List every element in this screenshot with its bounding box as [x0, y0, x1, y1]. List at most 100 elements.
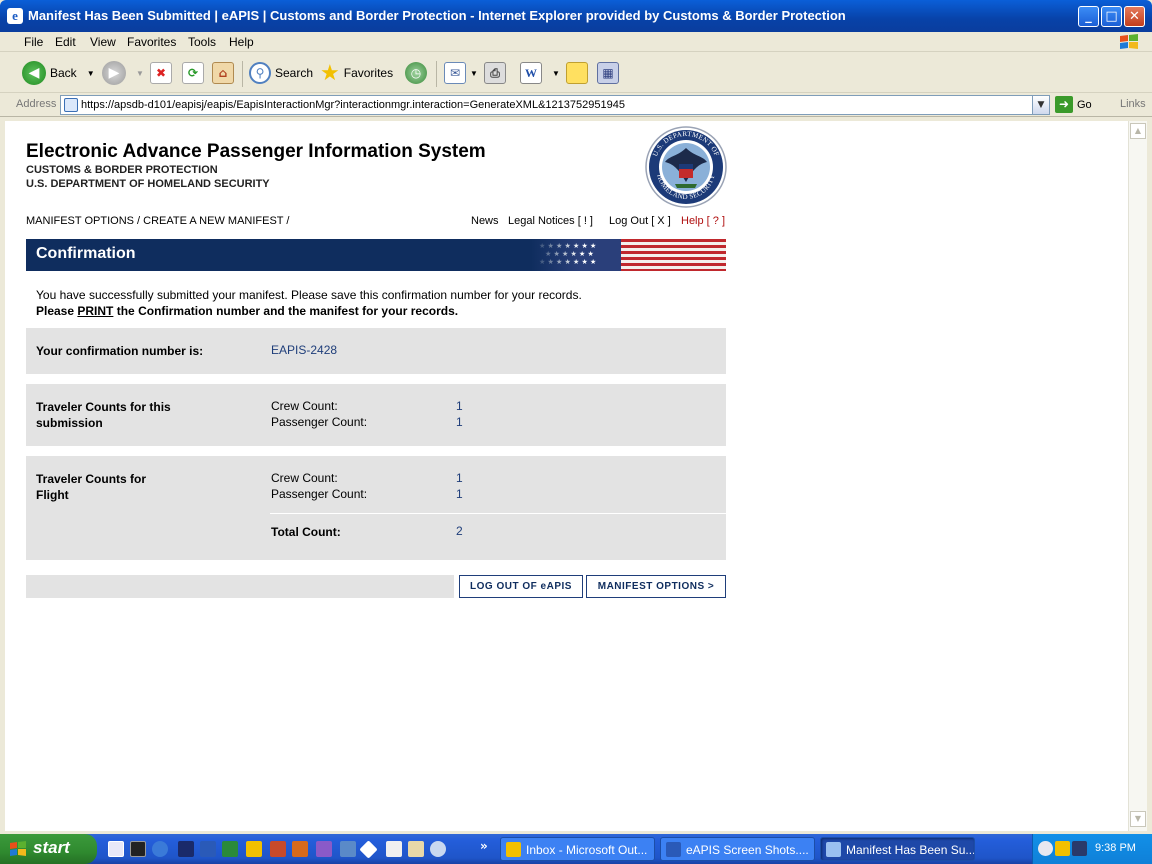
- go-button[interactable]: ➜ Go: [1055, 96, 1092, 113]
- clock: 9:38 PM: [1095, 842, 1136, 854]
- passenger-count-value: 1: [456, 415, 463, 429]
- maximize-button[interactable]: □: [1101, 6, 1122, 27]
- quicklaunch-explorer-icon[interactable]: [108, 841, 124, 857]
- home-button[interactable]: ⌂: [212, 59, 234, 87]
- search-button[interactable]: ⚲ Search: [249, 59, 313, 87]
- menu-file[interactable]: File: [24, 35, 43, 49]
- log-out-of-eapis-button[interactable]: LOG OUT OF eAPIS: [459, 575, 583, 598]
- scroll-down-icon[interactable]: ▼: [1130, 811, 1146, 827]
- tray-reminder-icon[interactable]: [1055, 841, 1070, 856]
- print-button[interactable]: ⎙: [484, 59, 506, 87]
- manifest-options-button[interactable]: MANIFEST OPTIONS >: [586, 575, 726, 598]
- confirmation-number-value: EAPIS-2428: [271, 343, 338, 357]
- quicklaunch-tool-icon[interactable]: [178, 841, 194, 857]
- flight-counts-label: Traveler Counts for Flight: [36, 472, 147, 502]
- forward-dropdown-icon[interactable]: ▼: [136, 69, 144, 78]
- taskbar: start » Inbox - Microsoft Out... eAPIS S…: [0, 834, 1152, 864]
- stop-icon: ✖: [150, 62, 172, 84]
- internet-explorer-icon: e: [7, 8, 23, 24]
- address-dropdown-icon[interactable]: ▼: [1032, 96, 1049, 114]
- quicklaunch-word-icon[interactable]: [200, 841, 216, 857]
- flight-passenger-count-value: 1: [456, 487, 463, 501]
- forward-button[interactable]: ▶ ▼: [102, 59, 144, 87]
- message-bold-text: the Confirmation number and the manifest…: [116, 304, 459, 318]
- back-arrow-icon: ◀: [22, 61, 46, 85]
- task-inbox-outlook[interactable]: Inbox - Microsoft Out...: [500, 837, 655, 861]
- breadcrumb[interactable]: MANIFEST OPTIONS / CREATE A NEW MANIFEST…: [26, 215, 289, 227]
- address-bar: Address https://apsdb-d101/eapisj/eapis/…: [0, 93, 1152, 117]
- refresh-button[interactable]: ⟳: [182, 59, 204, 87]
- quicklaunch-access-icon[interactable]: [292, 841, 308, 857]
- menu-view[interactable]: View: [90, 35, 116, 49]
- favorites-star-icon: ★: [320, 60, 340, 85]
- quicklaunch-powerpoint-icon[interactable]: [270, 841, 286, 857]
- menu-favorites[interactable]: Favorites: [127, 35, 176, 49]
- quicklaunch-excel-icon[interactable]: [222, 841, 238, 857]
- quicklaunch-publisher-icon[interactable]: [340, 841, 356, 857]
- toolbar: ◀ Back ▼ ▶ ▼ ✖ ⟳ ⌂ ⚲ Search ★ Favorites …: [0, 53, 1152, 93]
- message-text: You have successfully submitted your man…: [36, 288, 582, 302]
- edit-button[interactable]: W ▼: [520, 59, 560, 87]
- word-doc-icon: [666, 842, 681, 857]
- close-button[interactable]: ✕: [1124, 6, 1145, 27]
- task-eapis-screenshots[interactable]: eAPIS Screen Shots....: [660, 837, 815, 861]
- address-input[interactable]: https://apsdb-d101/eapisj/eapis/EapisInt…: [60, 95, 1050, 115]
- message-bold-please: Please: [36, 304, 75, 318]
- quicklaunch-app-icon[interactable]: [386, 841, 402, 857]
- ie-page-icon: [826, 842, 841, 857]
- message-print: PRINT: [77, 304, 114, 318]
- mail-dropdown-icon[interactable]: ▼: [470, 69, 478, 78]
- vertical-scrollbar[interactable]: ▲ ▼: [1128, 121, 1147, 831]
- quicklaunch-onenote-icon[interactable]: [316, 841, 332, 857]
- menu-edit[interactable]: Edit: [55, 35, 76, 49]
- quicklaunch-cmd-icon[interactable]: [130, 841, 146, 857]
- confirmation-message: You have successfully submitted your man…: [36, 287, 596, 319]
- history-icon: ◷: [405, 62, 427, 84]
- start-button[interactable]: start: [0, 834, 97, 864]
- tray-network-icon[interactable]: [1072, 841, 1087, 856]
- quicklaunch-book-icon[interactable]: [408, 841, 424, 857]
- minimize-button[interactable]: _: [1078, 6, 1099, 27]
- scroll-up-icon[interactable]: ▲: [1130, 123, 1146, 139]
- stop-button[interactable]: ✖: [150, 59, 172, 87]
- quicklaunch-disc-icon[interactable]: [430, 841, 446, 857]
- start-label: start: [33, 838, 70, 857]
- submission-counts-panel: Traveler Counts for this submission Crew…: [26, 384, 726, 446]
- favorites-button[interactable]: ★ Favorites: [320, 59, 393, 87]
- window-title-bar[interactable]: e Manifest Has Been Submitted | eAPIS | …: [0, 0, 1152, 32]
- quicklaunch-diamond-icon[interactable]: [359, 840, 378, 859]
- button-bar-filler: [26, 575, 454, 598]
- department-subtitle: U.S. DEPARTMENT OF HOMELAND SECURITY: [26, 178, 270, 190]
- history-button[interactable]: ◷: [405, 59, 427, 87]
- back-dropdown-icon[interactable]: ▼: [87, 69, 95, 78]
- links-label[interactable]: Links: [1120, 98, 1146, 110]
- american-flag-image: ★ ★ ★ ★ ★ ★ ★ ★ ★ ★ ★ ★ ★ ★ ★ ★ ★ ★ ★ ★: [531, 239, 726, 271]
- task-manifest-ie[interactable]: Manifest Has Been Su...: [820, 837, 975, 861]
- address-url[interactable]: https://apsdb-d101/eapisj/eapis/EapisInt…: [81, 99, 625, 111]
- flight-counts-panel: Traveler Counts for Flight Crew Count: 1…: [26, 456, 726, 560]
- research-button[interactable]: ▦: [597, 59, 619, 87]
- quicklaunch-ie-icon[interactable]: [152, 841, 168, 857]
- log-out-link[interactable]: Log Out [ X ]: [609, 215, 671, 227]
- legal-notices-link[interactable]: Legal Notices [ ! ]: [508, 215, 593, 227]
- back-button[interactable]: ◀ Back ▼: [22, 59, 95, 87]
- quicklaunch-more-icon[interactable]: »: [480, 839, 488, 853]
- task-label: Inbox - Microsoft Out...: [526, 843, 648, 857]
- refresh-icon: ⟳: [182, 62, 204, 84]
- confirmation-header: Confirmation ★ ★ ★ ★ ★ ★ ★ ★ ★ ★ ★ ★ ★ ★…: [26, 239, 726, 271]
- menu-help[interactable]: Help: [229, 35, 254, 49]
- search-icon: ⚲: [249, 62, 271, 84]
- menu-tools[interactable]: Tools: [188, 35, 216, 49]
- favorites-label: Favorites: [343, 66, 394, 80]
- help-link[interactable]: Help [ ? ]: [681, 215, 725, 227]
- task-label: eAPIS Screen Shots....: [686, 843, 809, 857]
- crew-count-label: Crew Count:: [271, 399, 338, 413]
- window-title: Manifest Has Been Submitted | eAPIS | Cu…: [28, 8, 846, 23]
- news-link[interactable]: News: [471, 215, 499, 227]
- discuss-button[interactable]: [566, 59, 588, 87]
- mail-button[interactable]: ✉ ▼: [444, 59, 478, 87]
- tray-expand-icon[interactable]: [1038, 841, 1053, 856]
- quicklaunch-outlook-icon[interactable]: [246, 841, 262, 857]
- word-edit-icon: W: [520, 62, 542, 84]
- edit-dropdown-icon[interactable]: ▼: [552, 69, 560, 78]
